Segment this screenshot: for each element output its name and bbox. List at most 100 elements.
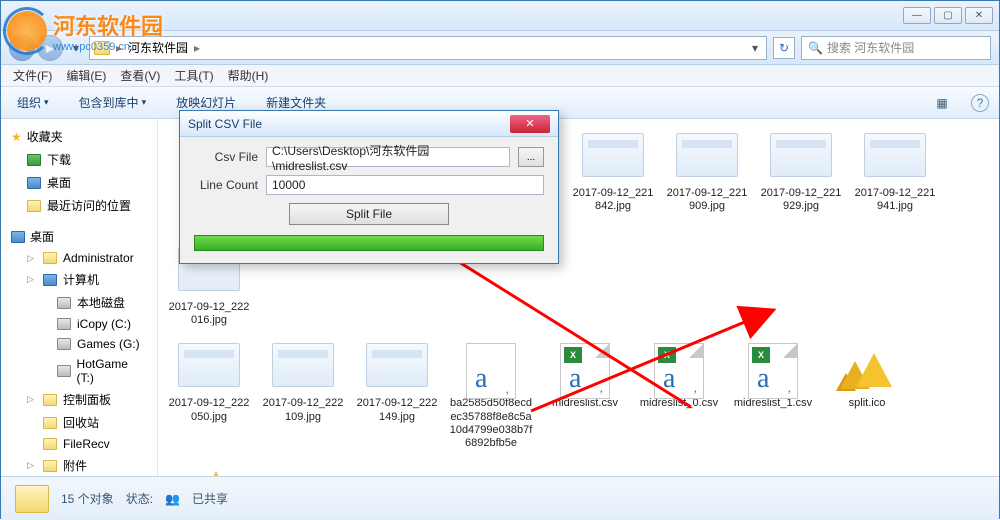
sidebar-item-downloads[interactable]: 下载 (1, 148, 157, 171)
drive-icon (57, 365, 71, 377)
window-close-button[interactable]: ✕ (965, 7, 993, 24)
monitor-icon (43, 274, 57, 286)
expand-icon: ▷ (27, 274, 37, 285)
sidebar-item-label: 控制面板 (63, 391, 111, 408)
csv-file-input[interactable]: C:\Users\Desktop\河东软件园\midreslist.csv (266, 147, 510, 167)
menu-help[interactable]: 帮助(H) (222, 65, 275, 86)
pyramid-icon (178, 461, 238, 476)
shared-icon: 👥 (165, 492, 180, 506)
expand-icon: ▷ (27, 253, 37, 264)
line-count-label: Line Count (194, 178, 258, 192)
chevron-down-icon: ▾ (44, 97, 49, 108)
menu-file[interactable]: 文件(F) (7, 65, 58, 86)
file-name-label: 2017-09-12_222109.jpg (260, 397, 346, 423)
sidebar-item-5[interactable]: HotGame (T:) (1, 354, 157, 388)
sidebar-favorites-header[interactable]: ★收藏夹 (1, 125, 157, 148)
image-thumb-icon (178, 343, 240, 387)
file-name-label: 2017-09-12_222050.jpg (166, 397, 252, 423)
split-csv-dialog: Split CSV File ✕ Csv File C:\Users\Deskt… (179, 110, 559, 264)
sidebar-desktop-header[interactable]: 桌面 (1, 225, 157, 248)
sidebar-item-label: HotGame (T:) (77, 357, 147, 385)
menu-edit[interactable]: 编辑(E) (60, 65, 112, 86)
sidebar-item-6[interactable]: ▷ 控制面板 (1, 388, 157, 411)
search-icon: 🔍 (808, 41, 823, 55)
sidebar-item-1[interactable]: ▷ 计算机 (1, 268, 157, 291)
dialog-titlebar[interactable]: Split CSV File ✕ (180, 111, 558, 137)
image-thumb-icon (582, 133, 644, 177)
sidebar-item-0[interactable]: ▷ Administrator (1, 248, 157, 268)
file-item[interactable]: 2017-09-12_221941.jpg (850, 129, 940, 239)
file-name-label: split.ico (849, 397, 886, 410)
address-dropdown-icon[interactable]: ▾ (748, 41, 762, 55)
folder-icon (43, 394, 57, 406)
desktop-icon (11, 231, 25, 243)
line-count-input[interactable]: 10000 (266, 175, 544, 195)
sidebar: ★收藏夹 下载 桌面 最近访问的位置 桌面 ▷ Administrator ▷ 计算机… (1, 119, 158, 476)
drive-icon (57, 338, 71, 350)
image-thumb-icon (770, 133, 832, 177)
address-bar[interactable]: ▸ 河东软件园 ▸ ▾ (89, 36, 767, 60)
sidebar-item-2[interactable]: 本地磁盘 (1, 291, 157, 314)
sidebar-item-3[interactable]: iCopy (C:) (1, 314, 157, 334)
split-file-button[interactable]: Split File (289, 203, 449, 225)
image-thumb-icon (864, 133, 926, 177)
dialog-close-button[interactable]: ✕ (510, 115, 550, 133)
sidebar-item-recent[interactable]: 最近访问的位置 (1, 194, 157, 217)
menu-tools[interactable]: 工具(T) (168, 65, 219, 86)
status-count: 15 个对象 (61, 490, 114, 507)
file-item[interactable]: 2017-09-12_221929.jpg (756, 129, 846, 239)
folder-icon (43, 252, 57, 264)
sidebar-item-9[interactable]: ▷附件 (1, 454, 157, 476)
sidebar-item-label: 回收站 (63, 414, 99, 431)
sidebar-item-label: 附件 (63, 457, 87, 474)
help-button[interactable]: ? (971, 94, 989, 112)
watermark: 河东软件园 www.pc0359.cn (7, 9, 163, 53)
file-name-label: 2017-09-12_222016.jpg (166, 301, 252, 327)
sidebar-item-label: iCopy (C:) (77, 317, 131, 331)
progress-bar (194, 235, 544, 251)
pyramid-icon (836, 343, 896, 393)
file-name-label: 2017-09-12_221929.jpg (758, 187, 844, 213)
folder-icon (43, 460, 57, 472)
browse-button[interactable]: ... (518, 147, 544, 167)
search-placeholder: 搜索 河东软件园 (827, 39, 914, 56)
sidebar-item-label: Administrator (63, 251, 134, 265)
explorer-window: 河东软件园 www.pc0359.cn — ▢ ✕ ◄ ► ▾ ▸ 河东软件园 … (0, 0, 1000, 519)
recent-icon (27, 200, 41, 212)
breadcrumb-sep-icon: ▸ (194, 41, 200, 55)
csv-file-label: Csv File (194, 150, 258, 164)
watermark-title: 河东软件园 (53, 9, 163, 41)
refresh-button[interactable]: ↻ (773, 37, 795, 59)
star-icon: ★ (11, 130, 22, 144)
folder-icon (15, 485, 49, 513)
menu-bar: 文件(F) 编辑(E) 查看(V) 工具(T) 帮助(H) (1, 65, 999, 87)
search-input[interactable]: 🔍 搜索 河东软件园 (801, 36, 991, 60)
dialog-title: Split CSV File (188, 117, 262, 131)
expand-icon: ▷ (27, 394, 37, 405)
status-bar: 15 个对象 状态: 👥 已共享 (1, 476, 999, 520)
file-name-label: 2017-09-12_221941.jpg (852, 187, 938, 213)
desktop-icon (27, 177, 41, 189)
chevron-down-icon: ▾ (142, 97, 147, 108)
view-mode-button[interactable]: ▦ (931, 92, 953, 114)
watermark-url: www.pc0359.cn (53, 41, 163, 53)
file-item[interactable]: 2017-09-12_222050.jpg (164, 339, 254, 453)
image-thumb-icon (272, 343, 334, 387)
window-maximize-button[interactable]: ▢ (934, 7, 962, 24)
include-in-library-button[interactable]: 包含到库中▾ (73, 91, 153, 114)
image-thumb-icon (676, 133, 738, 177)
sidebar-item-label: Games (G:) (77, 337, 140, 351)
file-item[interactable]: split.png (164, 457, 254, 476)
file-item[interactable]: split.ico (822, 339, 912, 453)
file-item[interactable]: 2017-09-12_222109.jpg (258, 339, 348, 453)
folder-icon (43, 417, 57, 429)
sidebar-item-4[interactable]: Games (G:) (1, 334, 157, 354)
window-minimize-button[interactable]: — (903, 7, 931, 24)
download-icon (27, 154, 41, 166)
sidebar-item-desktop-fav[interactable]: 桌面 (1, 171, 157, 194)
sidebar-item-label: 计算机 (63, 271, 99, 288)
sidebar-item-8[interactable]: FileRecv (1, 434, 157, 454)
menu-view[interactable]: 查看(V) (114, 65, 166, 86)
organize-button[interactable]: 组织▾ (11, 91, 55, 114)
sidebar-item-7[interactable]: 回收站 (1, 411, 157, 434)
